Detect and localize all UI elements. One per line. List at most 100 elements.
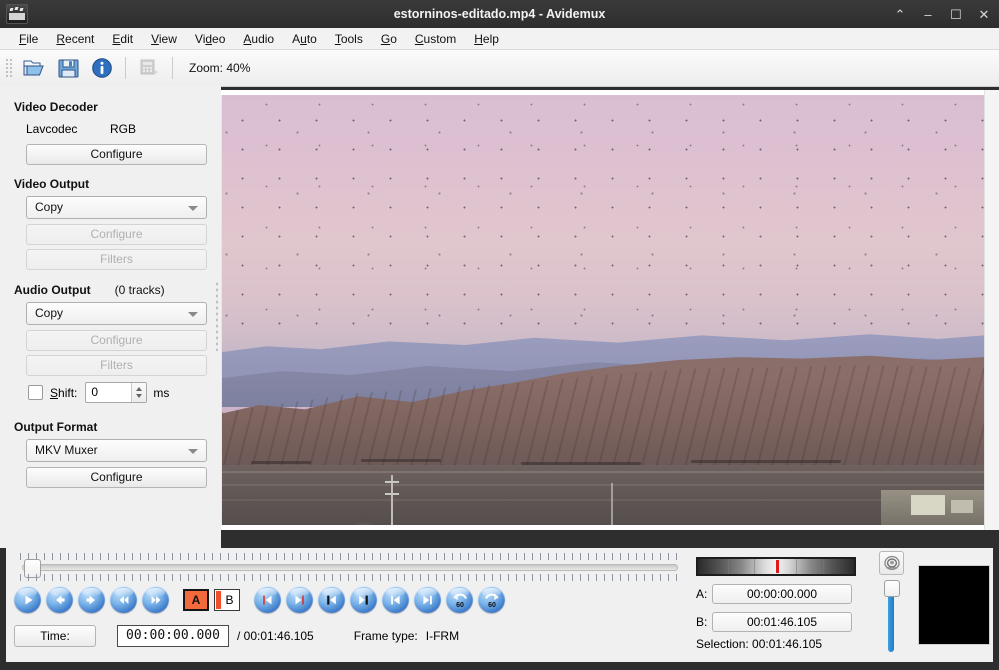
menu-go[interactable]: Go: [372, 30, 406, 48]
close-button[interactable]: ✕: [977, 8, 991, 21]
go-to-start-button[interactable]: [382, 586, 409, 613]
audio-output-combo[interactable]: Copy: [26, 302, 207, 325]
menu-help[interactable]: Help: [465, 30, 508, 48]
maximize-button[interactable]: ☐: [949, 8, 963, 21]
double-arrow-right-icon: [151, 595, 160, 604]
output-format-value: MKV Muxer: [35, 443, 98, 457]
menu-tools[interactable]: Tools: [326, 30, 372, 48]
previous-black-frame-button[interactable]: [318, 586, 345, 613]
set-marker-b-button[interactable]: B: [214, 588, 240, 611]
menu-video[interactable]: Video: [186, 30, 235, 48]
calculator-button[interactable]: [134, 53, 164, 83]
audio-shift-checkbox[interactable]: [28, 385, 43, 400]
play-button[interactable]: [14, 586, 41, 613]
shade-button[interactable]: ⌃: [893, 8, 907, 21]
previous-keyframe-button[interactable]: [254, 586, 281, 613]
output-format-configure-button[interactable]: Configure: [26, 467, 207, 488]
volume-handle[interactable]: [884, 580, 900, 597]
forward-60s-icon: 60: [484, 593, 499, 609]
position-marker: [776, 560, 779, 573]
bottom-frame-right: [993, 548, 999, 670]
arrow-left-icon: [56, 595, 65, 604]
menu-edit[interactable]: Edit: [103, 30, 142, 48]
building: [911, 495, 945, 515]
transport-button-row: A B 60 60: [14, 586, 505, 613]
bottom-frame-left: [0, 548, 6, 670]
menu-go-mnemonic: G: [380, 31, 391, 46]
save-file-button[interactable]: [53, 53, 83, 83]
current-time-display[interactable]: 00:00:00.000: [117, 625, 229, 647]
menu-custom[interactable]: Custom: [406, 30, 465, 48]
jump-back-60s-button[interactable]: 60: [446, 586, 473, 613]
step-forward-button[interactable]: [78, 586, 105, 613]
selection-b-field[interactable]: 00:01:46.105: [712, 612, 852, 632]
video-vertical-scrollbar[interactable]: [984, 90, 999, 530]
menu-recent[interactable]: Recent: [47, 30, 103, 48]
audio-output-configure-button[interactable]: Configure: [26, 330, 207, 351]
set-marker-a-button[interactable]: A: [183, 588, 209, 611]
chevron-down-icon: [188, 449, 198, 454]
thumbnail-preview: [918, 565, 990, 645]
window-controls: ⌃ – ☐ ✕: [893, 0, 991, 28]
selection-a-field[interactable]: 00:00:00.000: [712, 584, 852, 604]
jump-forward-60s-button[interactable]: 60: [478, 586, 505, 613]
position-meter[interactable]: [696, 557, 856, 576]
chevron-down-icon: [188, 312, 198, 317]
menu-file-rest: ile: [26, 31, 39, 46]
video-decoder-configure-button[interactable]: Configure: [26, 144, 207, 165]
video-preview-area[interactable]: [221, 90, 984, 530]
pole-crossarm: [385, 481, 399, 483]
open-file-button[interactable]: [19, 53, 49, 83]
go-to-end-button[interactable]: [414, 586, 441, 613]
video-output-filters-button[interactable]: Filters: [26, 249, 207, 270]
arrow-right-icon: [86, 595, 95, 604]
volume-button[interactable]: [879, 551, 904, 575]
next-black-frame-button[interactable]: [350, 586, 377, 613]
menu-custom-mnemonic: C: [414, 31, 424, 46]
fast-forward-button[interactable]: [142, 586, 169, 613]
timeline-slider[interactable]: [14, 553, 686, 581]
audio-shift-stepper[interactable]: [131, 383, 147, 402]
audio-shift-units: ms: [153, 385, 170, 400]
back-60s-icon: 60: [452, 593, 467, 609]
audio-shift-label: Shift:: [50, 385, 78, 400]
video-output-combo[interactable]: Copy: [26, 196, 207, 219]
toolbar-grip[interactable]: [4, 57, 14, 79]
panel-splitter[interactable]: [213, 86, 221, 548]
rewind-button[interactable]: [110, 586, 137, 613]
status-row: Time: 00:00:00.000 / 00:01:46.105 Frame …: [14, 625, 459, 647]
menu-auto[interactable]: Auto: [283, 30, 326, 48]
decoder-codec-value: Lavcodec: [26, 122, 78, 136]
next-keyframe-button[interactable]: [286, 586, 313, 613]
output-format-combo[interactable]: MKV Muxer: [26, 439, 207, 462]
menu-audio[interactable]: Audio: [234, 30, 283, 48]
save-file-icon: [58, 59, 78, 78]
video-decoder-title: Video Decoder: [14, 100, 98, 114]
info-button[interactable]: [87, 53, 117, 83]
menu-file[interactable]: File: [10, 30, 47, 48]
total-time-label: / 00:01:46.105: [237, 629, 314, 643]
minimize-button[interactable]: –: [921, 8, 935, 21]
menu-help-mnemonic: H: [474, 31, 483, 46]
avidemux-window: estorninos-editado.mp4 - Avidemux ⌃ – ☐ …: [0, 0, 999, 670]
video-frame: [221, 95, 984, 525]
skip-start-icon: [391, 595, 400, 604]
volume-slider[interactable]: [884, 580, 900, 652]
step-backward-button[interactable]: [46, 586, 73, 613]
toolbar-separator-2: [172, 57, 173, 79]
audio-shift-input[interactable]: 0: [85, 382, 148, 403]
toolbar: Zoom: 40%: [0, 50, 999, 87]
calculator-icon: [140, 59, 158, 75]
time-button[interactable]: Time:: [14, 625, 96, 647]
selection-b-label: B:: [696, 615, 708, 629]
frame-type-label: Frame type:: [353, 629, 418, 643]
foreground-plain: [221, 465, 984, 525]
audio-shift-mnemonic: S: [50, 385, 59, 400]
splitter-grip: [215, 281, 219, 351]
timeline-track[interactable]: [22, 564, 678, 571]
video-output-configure-button[interactable]: Configure: [26, 224, 207, 245]
building: [951, 500, 973, 513]
menu-view[interactable]: View: [142, 30, 186, 48]
prev-keyframe-icon: [263, 595, 272, 605]
audio-output-filters-button[interactable]: Filters: [26, 355, 207, 376]
